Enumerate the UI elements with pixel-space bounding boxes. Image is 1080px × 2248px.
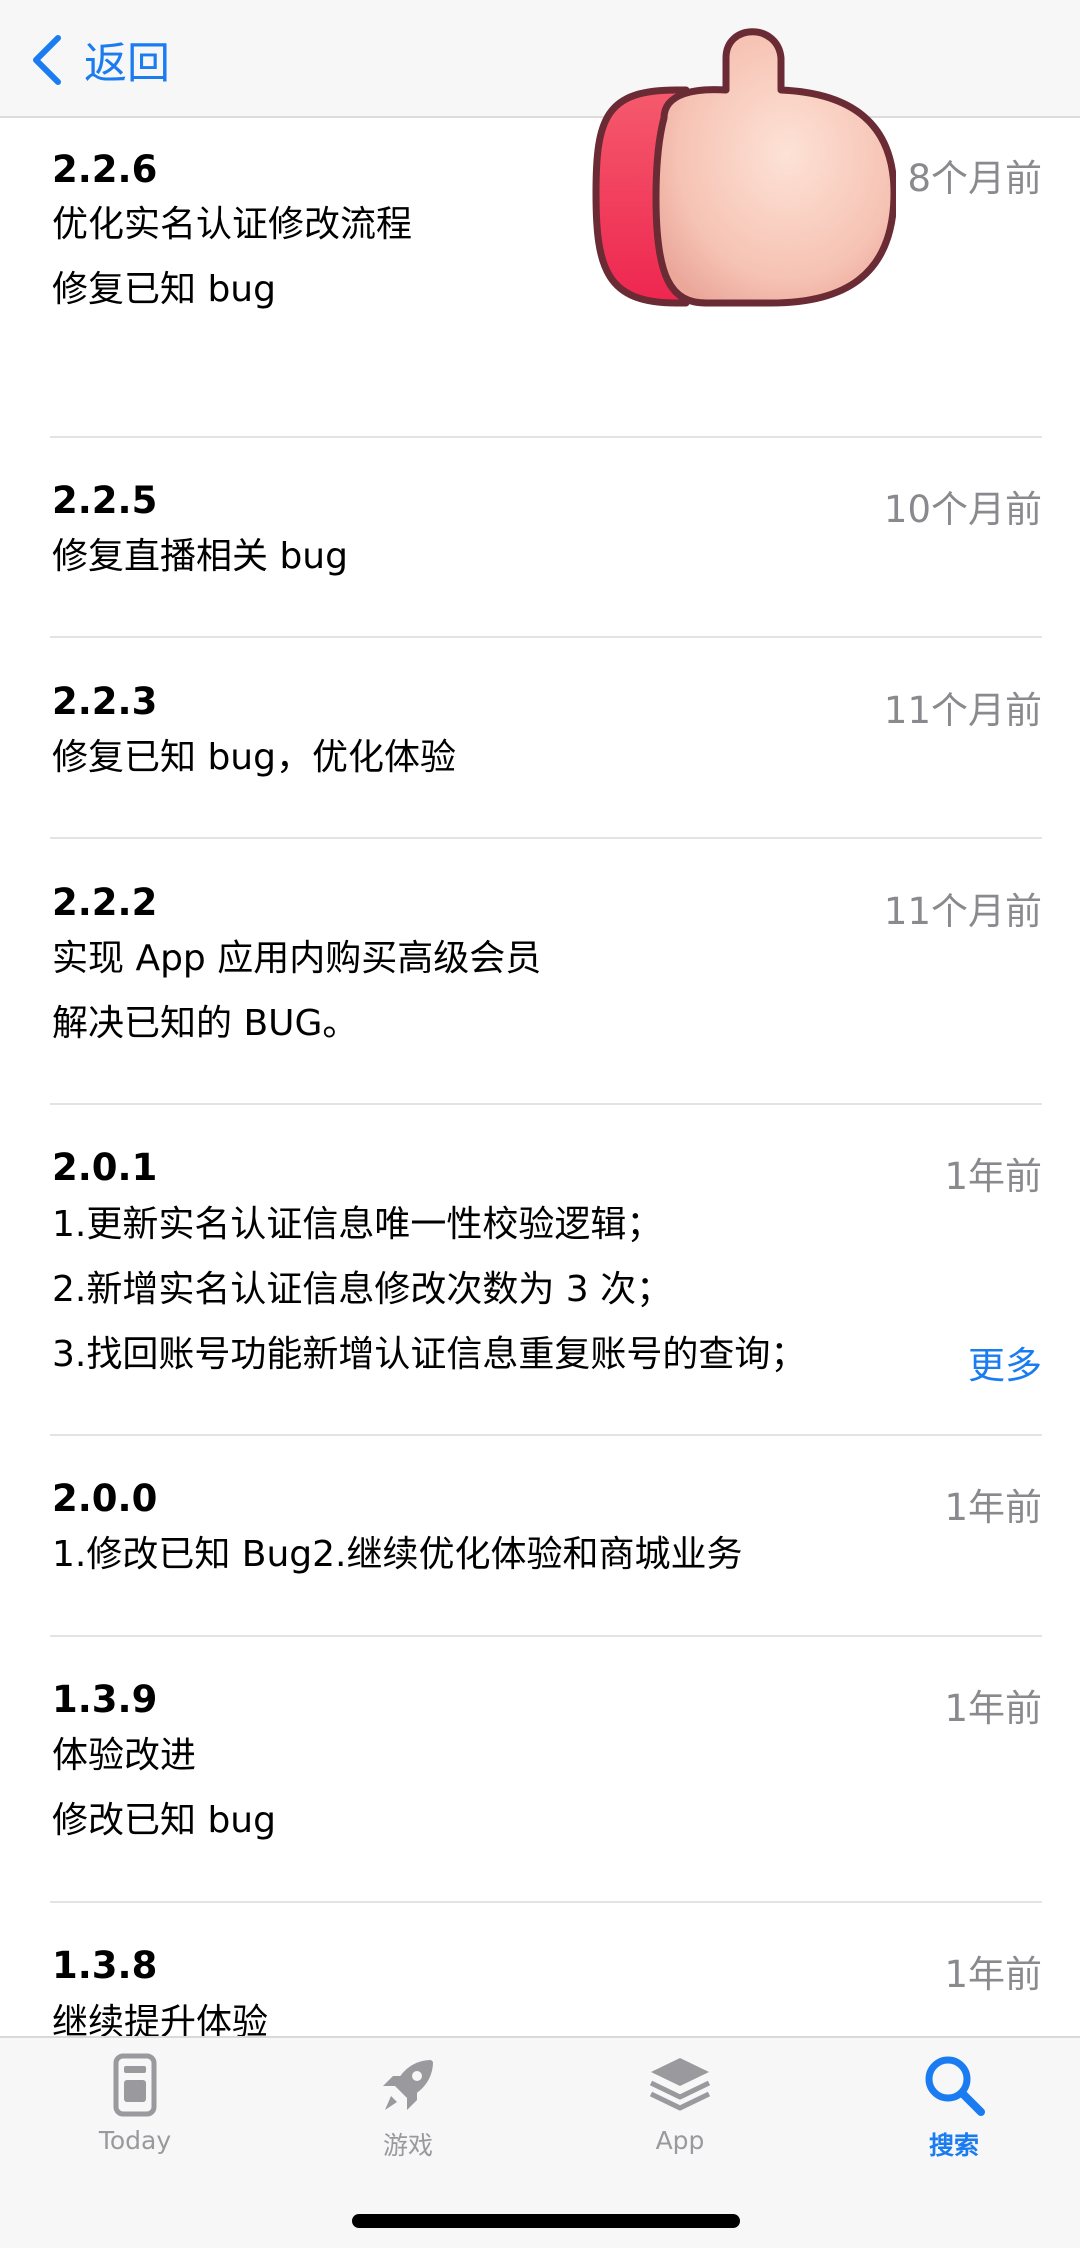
version-number: 2.0.0 [52, 1477, 158, 1520]
release-note-line: 修改已知 bug [52, 1800, 276, 1841]
release-notes: 继续提升体验 [52, 1990, 932, 2036]
version-date: 1年前 [944, 1155, 1042, 1198]
navigation-bar: 返回 [0, 0, 1080, 118]
divider [50, 1635, 1042, 1637]
version-date: 1年前 [944, 1687, 1042, 1730]
release-note-line: 体验改进 [52, 1735, 197, 1776]
release-note-line: 修复直播相关 bug [52, 536, 348, 577]
tab-label: 搜索 [928, 2131, 979, 2160]
release-notes: 修复直播相关 bug [52, 524, 932, 589]
more-link[interactable]: 更多 [968, 1335, 1042, 1389]
version-date: 1年前 [944, 1486, 1042, 1529]
tab-today[interactable]: Today [45, 2052, 225, 2172]
home-indicator[interactable] [352, 2214, 740, 2228]
thumbs-up-sticker-icon [592, 28, 896, 307]
tab-apps[interactable]: App [590, 2052, 770, 2172]
release-note-line: 3.找回账号功能新增认证信息重复账号的查询； [52, 1334, 807, 1375]
search-icon [925, 2056, 985, 2116]
version-number: 1.3.9 [52, 1678, 158, 1721]
app-stack-icon [649, 2058, 711, 2111]
version-number: 2.2.2 [52, 881, 158, 924]
release-note-line: 1.修改已知 Bug2.继续优化体验和商城业务 [52, 1534, 743, 1575]
divider [50, 1434, 1042, 1436]
version-date: 1年前 [944, 1953, 1042, 1996]
divider [50, 1103, 1042, 1105]
back-button[interactable]: 返回 [30, 30, 170, 90]
today-icon [113, 2053, 157, 2117]
release-notes: 体验改进 修改已知 bug [52, 1723, 932, 1853]
release-notes: 修复已知 bug，优化体验 [52, 725, 932, 790]
tab-label: App [655, 2126, 705, 2155]
release-note-line: 继续提升体验 [52, 2002, 269, 2036]
release-note-line: 实现 App 应用内购买高级会员 [52, 938, 542, 979]
tab-search[interactable]: 搜索 [864, 2052, 1044, 2172]
divider [50, 636, 1042, 638]
version-history-list[interactable]: 2.2.6 8个月前 优化实名认证修改流程 修复已知 bug 2.2.5 10个… [0, 118, 1080, 2036]
version-number: 2.2.3 [52, 680, 158, 723]
rocket-icon [383, 2060, 433, 2110]
back-label: 返回 [84, 39, 170, 89]
tab-games[interactable]: 游戏 [318, 2052, 498, 2172]
tab-label: 游戏 [382, 2131, 433, 2160]
tab-label: Today [98, 2126, 172, 2155]
release-notes: 1.更新实名认证信息唯一性校验逻辑； 2.新增实名认证信息修改次数为 3 次； … [52, 1192, 932, 1387]
release-note-line: 2.新增实名认证信息修改次数为 3 次； [52, 1269, 673, 1310]
version-number: 2.2.6 [52, 148, 158, 191]
chevron-left-icon [33, 35, 61, 85]
version-number: 2.0.1 [52, 1146, 158, 1189]
release-notes: 1.修改已知 Bug2.继续优化体验和商城业务 [52, 1522, 932, 1587]
release-notes: 实现 App 应用内购买高级会员 解决已知的 BUG。 [52, 926, 932, 1056]
version-number: 1.3.8 [52, 1944, 158, 1987]
divider [50, 436, 1042, 438]
divider [50, 837, 1042, 839]
version-number: 2.2.5 [52, 479, 158, 522]
divider [50, 1901, 1042, 1903]
release-note-line: 1.更新实名认证信息唯一性校验逻辑； [52, 1204, 663, 1245]
release-note-line: 修复已知 bug，优化体验 [52, 737, 456, 778]
release-note-line: 解决已知的 BUG。 [52, 1003, 359, 1044]
